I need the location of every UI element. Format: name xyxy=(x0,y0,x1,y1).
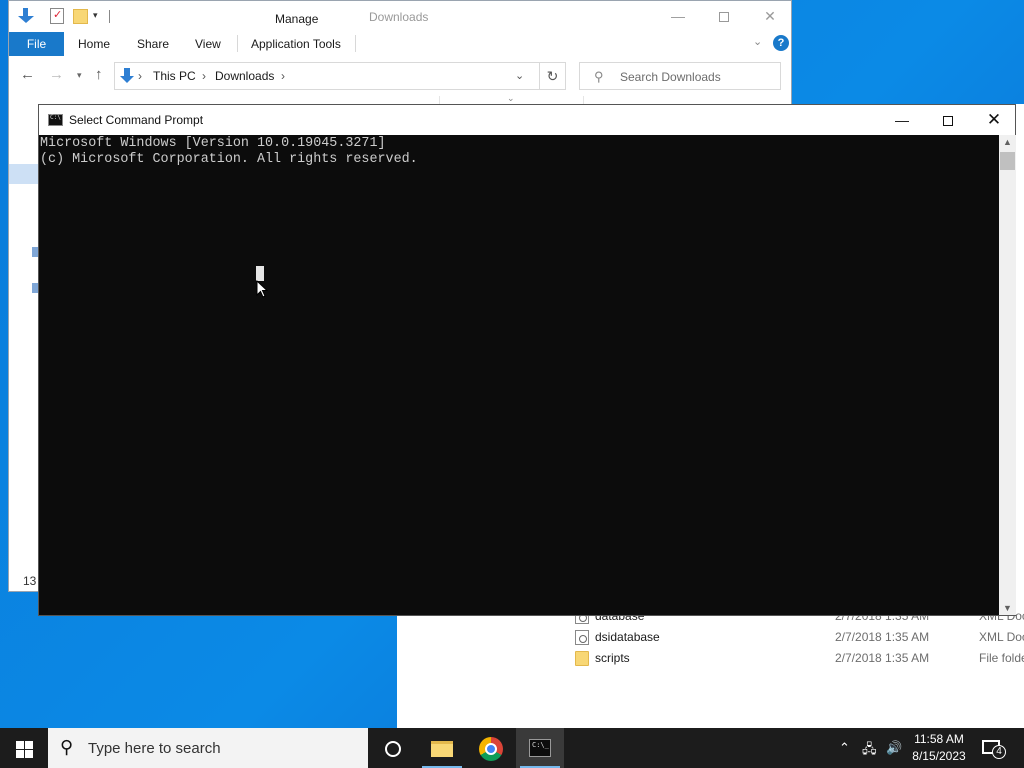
quick-access-divider xyxy=(109,10,110,23)
clock-date: 8/15/2023 xyxy=(912,749,966,763)
properties-icon[interactable] xyxy=(50,8,64,24)
console-line: Microsoft Windows [Version 10.0.19045.32… xyxy=(40,136,386,151)
file-date: 2/7/2018 1:35 AM xyxy=(835,630,930,644)
new-folder-icon[interactable] xyxy=(73,9,88,24)
tab-file[interactable]: File xyxy=(9,32,64,56)
windows-logo-icon xyxy=(25,750,33,758)
maximize-button[interactable] xyxy=(701,1,747,32)
search-icon: ⚲ xyxy=(60,737,74,757)
forward-arrow-icon[interactable]: → xyxy=(49,66,64,83)
taskbar-command-prompt[interactable] xyxy=(516,728,564,768)
clock-time: 11:58 AM xyxy=(914,732,964,746)
navigation-bar: ← → ▾ ↑ › This PC › Downloads › ⌄ ↻ ⚲ Se… xyxy=(9,56,791,96)
notification-count-badge: 4 xyxy=(992,745,1006,759)
command-prompt-icon xyxy=(48,114,63,126)
action-center-button[interactable]: 4 xyxy=(982,738,1006,759)
file-row-scripts[interactable]: scripts 2/7/2018 1:35 AM File folde xyxy=(575,648,1024,669)
taskbar-search-placeholder: Type here to search xyxy=(88,740,221,757)
chrome-icon xyxy=(479,737,503,761)
taskbar-search-box[interactable]: ⚲ Type here to search xyxy=(48,728,368,768)
scroll-down-arrow-icon[interactable]: ▼ xyxy=(1003,603,1012,613)
recent-locations-chevron-icon[interactable]: ▾ xyxy=(77,70,82,81)
ribbon-tabs: File Home Share View Application Tools ⌄… xyxy=(9,32,791,56)
tab-view[interactable]: View xyxy=(195,32,221,56)
breadcrumb-chevron-icon[interactable]: › xyxy=(138,69,142,83)
file-explorer-icon xyxy=(431,741,453,757)
minimize-button[interactable]: — xyxy=(879,105,925,135)
maximize-button[interactable] xyxy=(925,105,971,135)
search-icon: ⚲ xyxy=(594,69,604,84)
file-name: dsidatabase xyxy=(595,630,660,644)
taskbar: ⚲ Type here to search ⌃ 🖧 🔊 11:58 AM 8/1… xyxy=(0,728,1024,768)
downloads-icon[interactable] xyxy=(17,7,35,25)
cmd-window-title: Select Command Prompt xyxy=(69,113,204,127)
scrollbar-thumb[interactable] xyxy=(1000,152,1015,170)
file-row-dsidatabase[interactable]: dsidatabase 2/7/2018 1:35 AM XML Doc xyxy=(575,627,1024,648)
volume-icon[interactable]: 🔊 xyxy=(886,740,902,756)
explorer-titlebar[interactable]: ▾ Manage Downloads — ✕ xyxy=(9,1,791,32)
minimize-button[interactable]: — xyxy=(655,1,701,32)
close-button[interactable]: ✕ xyxy=(971,105,1017,135)
file-type: XML Doc xyxy=(979,630,1024,644)
sidebar-selected-item[interactable] xyxy=(9,164,39,184)
breadcrumb-this-pc[interactable]: This PC xyxy=(153,69,196,83)
window-title: Downloads xyxy=(369,10,429,24)
cortana-button[interactable] xyxy=(368,728,416,768)
search-input[interactable]: ⚲ Search Downloads xyxy=(579,62,781,90)
tab-share[interactable]: Share xyxy=(137,32,169,56)
sort-chevron-icon: ⌄ xyxy=(507,93,515,103)
folder-icon xyxy=(575,651,589,666)
xml-file-icon xyxy=(575,630,589,645)
breadcrumb-downloads[interactable]: Downloads xyxy=(215,69,274,83)
vertical-scrollbar[interactable]: ▲ ▼ xyxy=(999,135,1016,615)
console-line: (c) Microsoft Corporation. All rights re… xyxy=(40,152,418,167)
command-prompt-window[interactable]: Select Command Prompt — ✕ Microsoft Wind… xyxy=(38,104,1016,616)
maximize-icon xyxy=(719,12,729,23)
system-clock[interactable]: 11:58 AM 8/15/2023 xyxy=(908,731,970,765)
windows-logo-icon xyxy=(16,750,24,758)
start-button[interactable] xyxy=(0,728,48,768)
taskbar-file-explorer[interactable] xyxy=(418,728,466,768)
show-hidden-icons-chevron-icon[interactable]: ⌃ xyxy=(839,740,850,756)
text-cursor xyxy=(256,266,264,281)
windows-logo-icon xyxy=(25,741,33,749)
maximize-icon xyxy=(943,116,953,127)
search-placeholder: Search Downloads xyxy=(620,70,721,84)
downloads-folder-icon xyxy=(120,68,134,84)
breadcrumb-chevron-icon[interactable]: › xyxy=(281,69,285,83)
scroll-up-arrow-icon[interactable]: ▲ xyxy=(1003,137,1012,147)
network-icon[interactable]: 🖧 xyxy=(862,740,877,762)
file-type: File folde xyxy=(979,651,1024,665)
ribbon-divider xyxy=(237,35,238,52)
file-name: scripts xyxy=(595,651,630,665)
ribbon-divider xyxy=(355,35,356,52)
address-history-chevron-icon[interactable]: ⌄ xyxy=(515,69,524,82)
cmd-titlebar[interactable]: Select Command Prompt — ✕ xyxy=(39,105,1015,135)
breadcrumb-chevron-icon[interactable]: › xyxy=(202,69,206,83)
manage-contextual-tab[interactable]: Manage xyxy=(275,12,318,26)
expand-ribbon-chevron-icon[interactable]: ⌄ xyxy=(753,35,762,48)
command-prompt-icon xyxy=(529,739,551,757)
windows-logo-icon xyxy=(16,741,24,749)
back-arrow-icon[interactable]: ← xyxy=(20,66,35,83)
console-output[interactable]: Microsoft Windows [Version 10.0.19045.32… xyxy=(39,135,999,615)
close-button[interactable]: ✕ xyxy=(747,1,793,32)
tab-application-tools[interactable]: Application Tools xyxy=(251,32,341,56)
file-date: 2/7/2018 1:35 AM xyxy=(835,651,930,665)
refresh-icon[interactable]: ↻ xyxy=(539,63,565,89)
up-arrow-icon[interactable]: ↑ xyxy=(95,66,103,83)
status-bar-item-count: 13 xyxy=(23,574,37,588)
taskbar-chrome[interactable] xyxy=(467,728,515,768)
address-bar[interactable]: › This PC › Downloads › ⌄ ↻ xyxy=(114,62,566,90)
tab-home[interactable]: Home xyxy=(78,32,110,56)
help-icon[interactable]: ? xyxy=(773,35,789,51)
